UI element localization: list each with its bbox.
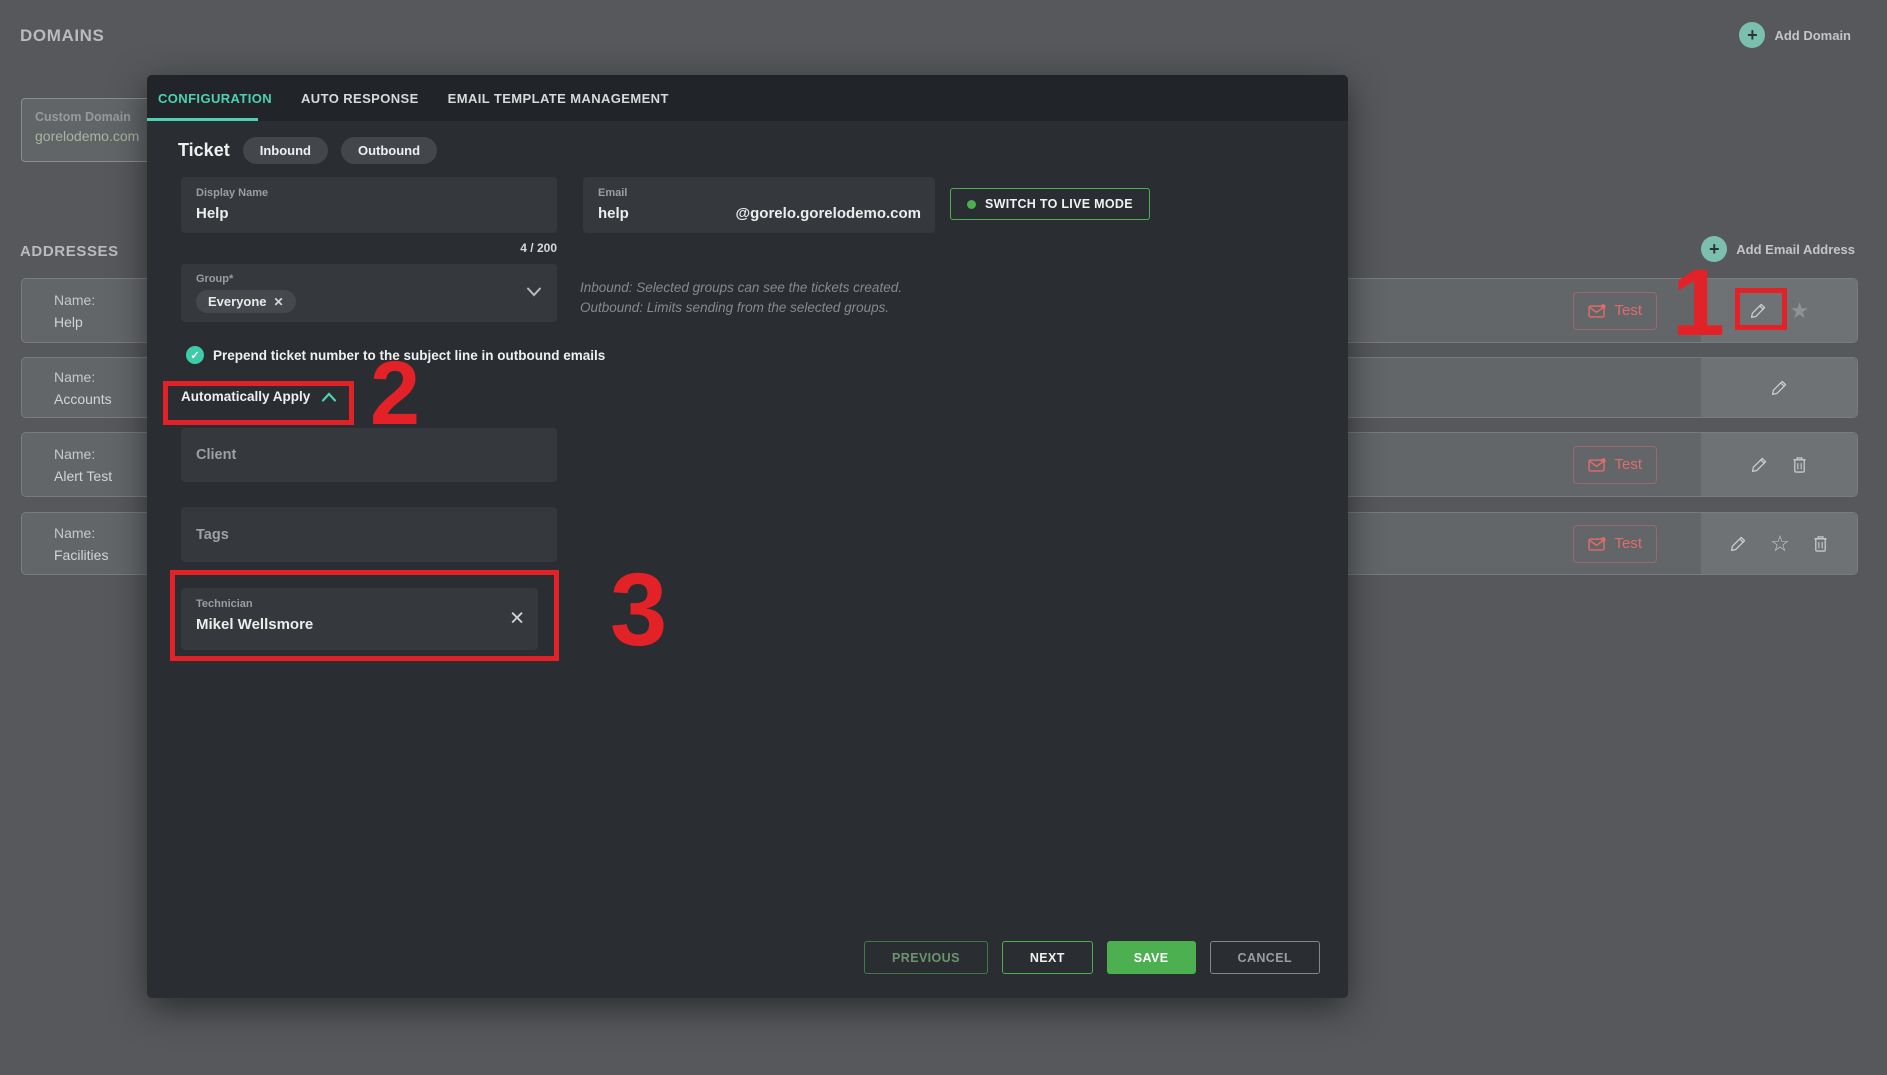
row-actions (1701, 358, 1857, 417)
edit-pencil-button[interactable] (1729, 534, 1748, 553)
trash-icon (1814, 536, 1827, 552)
group-chip-everyone[interactable]: Everyone ✕ (196, 290, 296, 313)
inbound-helper-line: Inbound: Selected groups can see the tic… (580, 280, 902, 295)
address-name-value: Accounts (54, 390, 112, 407)
envelope-icon (1588, 303, 1607, 318)
test-label: Test (1614, 302, 1642, 319)
pencil-icon (1731, 536, 1746, 551)
tags-placeholder: Tags (196, 526, 229, 543)
email-value: help (598, 205, 629, 222)
display-name-label: Display Name (196, 187, 269, 199)
trash-icon (1793, 457, 1806, 473)
address-name-label: Name: (54, 291, 96, 308)
tab-auto-response[interactable]: AUTO RESPONSE (301, 91, 419, 106)
group-helper-text: Inbound: Selected groups can see the tic… (580, 278, 902, 318)
address-name: Name: Accounts (54, 366, 112, 410)
technician-label: Technician (196, 598, 253, 610)
test-email-button[interactable]: Test (1573, 291, 1657, 330)
star-filled-icon: ★ (1789, 297, 1810, 323)
chevron-up-icon (322, 391, 337, 402)
edit-pencil-button[interactable] (1750, 455, 1769, 474)
client-select[interactable]: Client (181, 428, 557, 482)
ticket-label: Ticket (178, 140, 230, 160)
add-domain-button[interactable]: + Add Domain (1739, 22, 1851, 48)
live-status-dot-icon (967, 199, 976, 209)
group-select[interactable]: Group* Everyone ✕ (181, 264, 557, 322)
test-email-button[interactable]: Test (1573, 445, 1657, 484)
group-label: Group* (196, 273, 234, 285)
address-name-value: Facilities (54, 546, 109, 563)
email-field[interactable]: Email help @gorelo.gorelodemo.com (583, 177, 935, 233)
display-name-field[interactable]: Display Name Help (181, 177, 557, 233)
email-domain-suffix: @gorelo.gorelodemo.com (735, 205, 921, 222)
next-button[interactable]: NEXT (1001, 941, 1093, 974)
prepend-checkbox-row: ✓ Prepend ticket number to the subject l… (186, 346, 605, 364)
plus-icon: + (1739, 22, 1766, 48)
row-actions: ☆ (1701, 513, 1857, 574)
delete-trash-button[interactable] (1812, 534, 1829, 553)
pencil-icon (1750, 303, 1765, 318)
tab-email-template-management[interactable]: EMAIL TEMPLATE MANAGEMENT (448, 91, 669, 106)
add-domain-label: Add Domain (1774, 27, 1851, 43)
address-name-label: Name: (54, 445, 96, 462)
address-name: Name: Help (54, 289, 95, 333)
outbound-toggle[interactable]: Outbound (340, 137, 438, 164)
envelope-icon (1588, 536, 1607, 551)
address-name-value: Help (54, 313, 83, 330)
email-config-modal: CONFIGURATION AUTO RESPONSE EMAIL TEMPLA… (147, 75, 1348, 998)
automatically-apply-label: Automatically Apply (181, 389, 311, 404)
active-tab-underline (147, 118, 258, 121)
technician-select[interactable]: Technician Mikel Wellsmore ✕ (181, 588, 538, 650)
group-chip-label: Everyone (208, 294, 267, 309)
modal-tabbar: CONFIGURATION AUTO RESPONSE EMAIL TEMPLA… (147, 75, 1348, 121)
edit-pencil-button[interactable] (1770, 378, 1789, 397)
switch-mode-label: SWITCH TO LIVE MODE (985, 197, 1133, 211)
save-button[interactable]: SAVE (1106, 941, 1196, 974)
chevron-down-icon[interactable] (524, 285, 544, 299)
automatically-apply-toggle[interactable]: Automatically Apply (181, 389, 338, 404)
pencil-icon (1771, 380, 1786, 395)
display-name-value: Help (196, 205, 229, 222)
inbound-toggle[interactable]: Inbound (242, 137, 328, 164)
test-label: Test (1614, 535, 1642, 552)
address-name-label: Name: (54, 524, 96, 541)
favorite-star-button[interactable]: ★ (1789, 297, 1810, 323)
add-email-address-label: Add Email Address (1736, 241, 1855, 257)
pencil-icon (1751, 457, 1767, 472)
technician-value: Mikel Wellsmore (196, 616, 314, 633)
address-name: Name: Alert Test (54, 443, 112, 487)
plus-icon: + (1701, 236, 1728, 262)
email-label: Email (598, 187, 628, 199)
address-name: Name: Facilities (54, 522, 108, 566)
page-title: DOMAINS (20, 26, 105, 45)
custom-domain-value: gorelodemo.com (35, 128, 140, 144)
clear-technician-icon[interactable]: ✕ (509, 610, 525, 629)
char-counter: 4 / 200 (520, 241, 557, 255)
envelope-icon (1588, 457, 1607, 472)
prepend-label: Prepend ticket number to the subject lin… (213, 347, 606, 363)
tab-configuration[interactable]: CONFIGURATION (158, 91, 272, 106)
chip-remove-icon[interactable]: ✕ (274, 295, 284, 309)
address-name-value: Alert Test (54, 467, 113, 484)
checked-checkbox-icon[interactable]: ✓ (186, 346, 204, 364)
favorite-star-button[interactable]: ☆ (1770, 530, 1790, 556)
previous-button[interactable]: PREVIOUS (864, 941, 988, 974)
cancel-button[interactable]: CANCEL (1209, 941, 1320, 974)
modal-footer: PREVIOUS NEXT SAVE CANCEL (864, 941, 1320, 974)
add-email-address-button[interactable]: + Add Email Address (1701, 236, 1855, 262)
delete-trash-button[interactable] (1791, 455, 1808, 474)
addresses-title: ADDRESSES (20, 243, 119, 260)
ticket-type-row: Ticket Inbound Outbound (178, 137, 438, 164)
row-actions: ★ (1701, 279, 1857, 342)
address-name-label: Name: (54, 368, 96, 385)
client-placeholder: Client (196, 447, 237, 463)
tags-select[interactable]: Tags (181, 507, 557, 562)
row-actions (1701, 433, 1857, 496)
edit-pencil-button[interactable] (1749, 301, 1768, 320)
star-outline-icon: ☆ (1770, 530, 1790, 556)
outbound-helper-line: Outbound: Limits sending from the select… (580, 300, 890, 315)
switch-to-live-mode-button[interactable]: SWITCH TO LIVE MODE (950, 188, 1150, 220)
test-label: Test (1614, 456, 1642, 473)
test-email-button[interactable]: Test (1573, 524, 1657, 563)
